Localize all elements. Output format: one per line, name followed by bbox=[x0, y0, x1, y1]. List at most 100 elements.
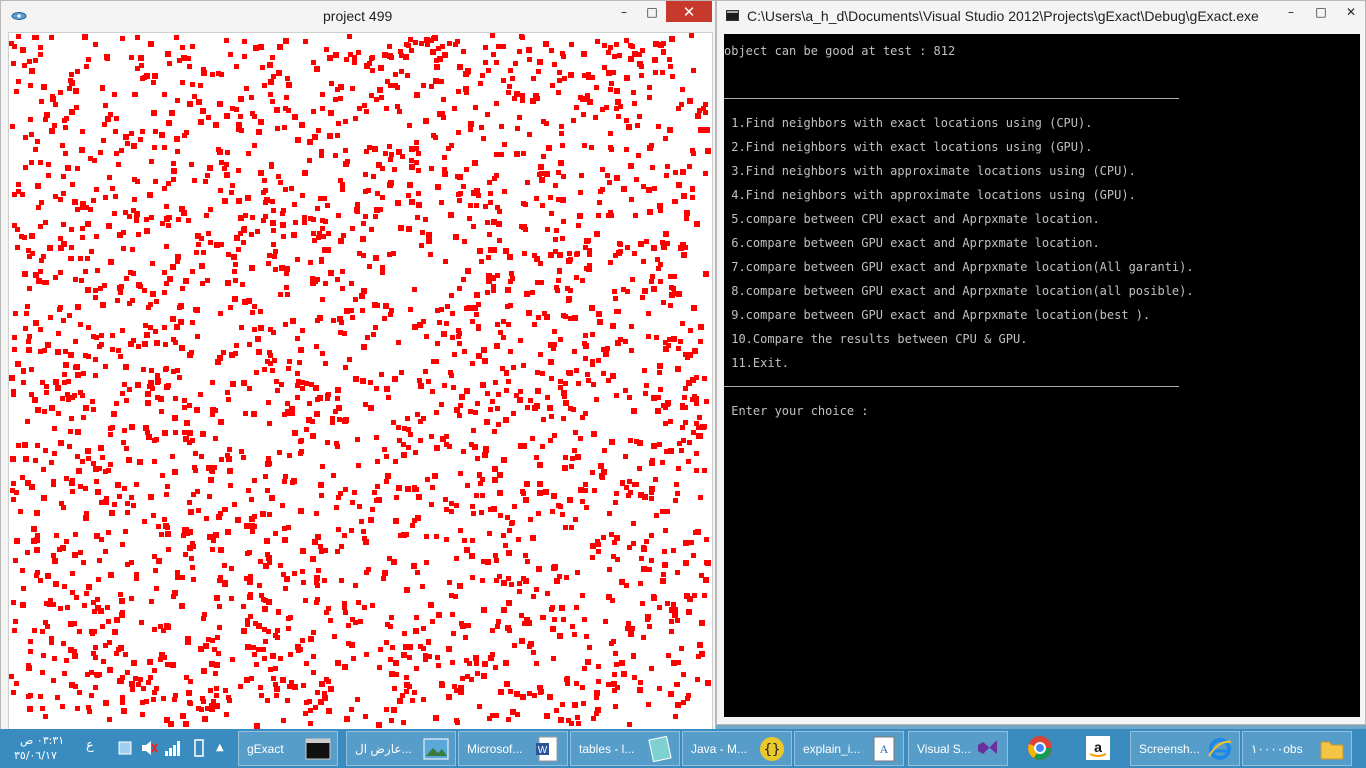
point bbox=[67, 86, 72, 91]
taskbar-button[interactable]: gExact bbox=[238, 731, 338, 766]
point bbox=[553, 183, 558, 188]
point bbox=[665, 509, 670, 514]
point bbox=[596, 542, 601, 547]
point bbox=[91, 334, 96, 339]
point bbox=[596, 664, 601, 669]
point bbox=[470, 319, 475, 324]
point bbox=[579, 173, 584, 178]
point bbox=[332, 634, 337, 639]
maximize-button[interactable]: □ bbox=[638, 1, 666, 22]
point bbox=[407, 123, 412, 128]
point bbox=[385, 79, 390, 84]
taskbar-button[interactable]: tables - l... bbox=[570, 731, 680, 766]
point bbox=[102, 283, 107, 288]
taskbar-button[interactable]: explain_i... A bbox=[794, 731, 904, 766]
point bbox=[478, 81, 483, 86]
point bbox=[563, 381, 568, 386]
taskbar-button[interactable]: Microsof... W bbox=[458, 731, 568, 766]
point bbox=[453, 594, 458, 599]
point bbox=[681, 193, 687, 199]
point bbox=[355, 209, 360, 214]
minimize-button[interactable]: – bbox=[610, 1, 638, 22]
point bbox=[261, 218, 266, 223]
point bbox=[558, 379, 563, 384]
console-output[interactable]: object can be good at test : 812 1.Find … bbox=[724, 34, 1360, 717]
braces-icon: {} bbox=[760, 737, 784, 761]
point bbox=[592, 488, 597, 493]
point bbox=[675, 570, 680, 575]
point bbox=[77, 690, 82, 695]
point bbox=[498, 330, 503, 335]
point bbox=[680, 321, 685, 326]
point bbox=[182, 527, 188, 533]
point bbox=[324, 610, 329, 615]
point bbox=[627, 722, 632, 727]
point bbox=[428, 252, 433, 257]
point bbox=[51, 553, 56, 558]
taskbar-button[interactable]: عارض ال... bbox=[346, 731, 456, 766]
point bbox=[247, 594, 253, 600]
point bbox=[172, 415, 178, 421]
battery-icon[interactable] bbox=[192, 738, 206, 758]
project-window[interactable]: project 499 – □ ✕ bbox=[0, 0, 716, 733]
project-titlebar[interactable]: project 499 – □ ✕ bbox=[1, 1, 715, 33]
point bbox=[551, 493, 557, 499]
point bbox=[162, 325, 167, 330]
point bbox=[125, 510, 130, 515]
point bbox=[482, 358, 488, 364]
point bbox=[336, 495, 341, 500]
point bbox=[487, 180, 492, 185]
taskbar-button[interactable] bbox=[1016, 731, 1064, 766]
point-canvas[interactable] bbox=[8, 32, 713, 731]
point bbox=[159, 132, 165, 138]
console-window[interactable]: C:\Users\a_h_d\Documents\Visual Studio 2… bbox=[716, 0, 1366, 725]
wordpad-icon: A bbox=[873, 736, 895, 762]
close-button[interactable]: ✕ bbox=[1337, 1, 1365, 22]
point bbox=[311, 60, 316, 65]
console-titlebar[interactable]: C:\Users\a_h_d\Documents\Visual Studio 2… bbox=[717, 1, 1365, 33]
taskbar-button[interactable]: Java - M...{} bbox=[682, 731, 792, 766]
point bbox=[319, 549, 324, 554]
point bbox=[596, 213, 601, 218]
point bbox=[312, 134, 318, 140]
taskbar-button[interactable]: Screensh... bbox=[1130, 731, 1240, 766]
point bbox=[16, 182, 21, 187]
point bbox=[649, 496, 654, 501]
point bbox=[198, 119, 204, 125]
show-hidden-icons-icon[interactable]: ▲ bbox=[216, 742, 224, 762]
close-button[interactable]: ✕ bbox=[666, 1, 712, 22]
minimize-button[interactable]: – bbox=[1277, 1, 1305, 22]
point bbox=[558, 337, 563, 342]
point bbox=[200, 281, 205, 286]
point bbox=[495, 322, 500, 327]
signal-icon[interactable] bbox=[164, 738, 182, 758]
point bbox=[62, 671, 67, 676]
clock[interactable]: ٠٣:٣١ ص ٣٥/٠٦/١٧ bbox=[2, 733, 78, 763]
language-indicator[interactable]: ع bbox=[86, 738, 94, 758]
point bbox=[95, 268, 100, 273]
taskbar-button[interactable]: ١٠٠٠٠obs bbox=[1242, 731, 1352, 766]
point bbox=[335, 549, 340, 554]
maximize-button[interactable]: □ bbox=[1307, 1, 1335, 22]
point bbox=[340, 187, 345, 192]
point bbox=[578, 190, 583, 195]
point bbox=[170, 264, 176, 270]
point bbox=[393, 459, 398, 464]
point bbox=[38, 269, 43, 274]
point bbox=[578, 487, 584, 493]
point bbox=[120, 36, 125, 41]
point bbox=[22, 442, 28, 448]
network-share-icon[interactable] bbox=[116, 738, 134, 758]
point bbox=[241, 380, 247, 386]
menu-option: 5.compare between CPU exact and Aprpxmat… bbox=[724, 212, 1100, 226]
volume-muted-icon[interactable] bbox=[140, 738, 158, 758]
taskbar-button[interactable]: Visual S... bbox=[908, 731, 1008, 766]
point bbox=[481, 607, 487, 613]
taskbar-button[interactable]: a bbox=[1074, 731, 1122, 766]
point bbox=[35, 443, 40, 448]
point bbox=[554, 228, 559, 233]
point bbox=[353, 583, 358, 588]
point bbox=[644, 239, 649, 244]
point bbox=[113, 194, 118, 199]
point bbox=[106, 223, 112, 229]
